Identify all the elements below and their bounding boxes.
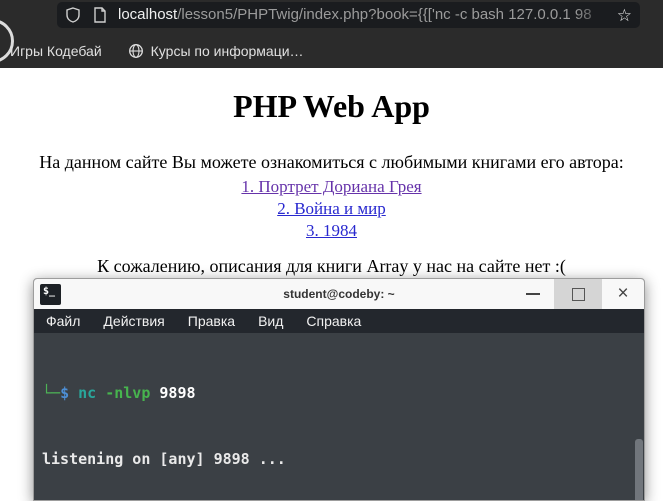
terminal-output: └─$ nc -nlvp 9898 listening on [any] 989… bbox=[34, 333, 644, 500]
page-info-icon[interactable] bbox=[93, 7, 107, 23]
browser-chrome: localhost/lesson5/PHPTwig/index.php?book… bbox=[0, 0, 663, 68]
terminal-scrollbar[interactable] bbox=[635, 439, 643, 500]
url-path: /lesson5/PHPTwig/index.php?book={{['nc -… bbox=[177, 6, 592, 23]
url-fade bbox=[574, 2, 609, 28]
intro-text: На данном сайте Вы можете ознакомиться с… bbox=[39, 152, 624, 172]
terminal-menubar: Файл Действия Правка Вид Справка bbox=[34, 309, 644, 333]
error-message: К сожалению, описания для книги Array у … bbox=[97, 256, 566, 276]
shield-icon[interactable] bbox=[65, 7, 81, 23]
bookmark-infosec-courses[interactable]: Курсы по информаци… bbox=[128, 43, 304, 59]
menu-file[interactable]: Файл bbox=[46, 313, 80, 329]
bookmarks-bar: Игры Кодебай Курсы по информаци… bbox=[0, 36, 663, 66]
page-title: PHP Web App bbox=[233, 88, 430, 124]
address-bar[interactable]: localhost/lesson5/PHPTwig/index.php?book… bbox=[57, 2, 640, 28]
window-controls: × bbox=[512, 279, 644, 309]
menu-help[interactable]: Справка bbox=[306, 313, 361, 329]
terminal-window: $_ student@codeby: ~ × Файл Действия Пра… bbox=[33, 278, 645, 501]
bookmark-label: Курсы по информаци… bbox=[150, 43, 304, 59]
close-button[interactable]: × bbox=[602, 279, 644, 309]
bookmark-codeby-games[interactable]: Игры Кодебай bbox=[10, 43, 102, 59]
prompt-tree: └─ bbox=[42, 384, 61, 402]
prompt-line: └─$ nc -nlvp 9898 bbox=[42, 382, 644, 404]
terminal-titlebar[interactable]: $_ student@codeby: ~ × bbox=[34, 279, 644, 309]
url-host: localhost bbox=[118, 6, 178, 23]
maximize-icon bbox=[571, 287, 585, 301]
maximize-button[interactable] bbox=[554, 279, 602, 309]
url-text[interactable]: localhost/lesson5/PHPTwig/index.php?book… bbox=[118, 2, 609, 28]
menu-view[interactable]: Вид bbox=[258, 313, 283, 329]
book-link-1[interactable]: 1. Портрет Дориана Грея bbox=[0, 176, 663, 198]
bookmark-star-icon[interactable]: ☆ bbox=[617, 7, 632, 24]
prompt-dollar: $ bbox=[60, 384, 79, 402]
command-flags: -nlvp bbox=[96, 384, 151, 402]
book-links: 1. Портрет Дориана Грея 2. Война и мир 3… bbox=[0, 176, 663, 242]
menu-actions[interactable]: Действия bbox=[103, 313, 164, 329]
bookmark-label: Игры Кодебай bbox=[10, 43, 102, 59]
command-text: nc bbox=[78, 384, 97, 402]
minimize-button[interactable] bbox=[512, 279, 554, 309]
globe-icon bbox=[128, 44, 143, 58]
menu-edit[interactable]: Правка bbox=[188, 313, 235, 329]
book-link-2[interactable]: 2. Война и мир bbox=[0, 198, 663, 220]
command-port: 9898 bbox=[150, 384, 196, 402]
output-line: listening on [any] 9898 ... bbox=[42, 450, 286, 468]
book-link-3[interactable]: 3. 1984 bbox=[0, 220, 663, 242]
